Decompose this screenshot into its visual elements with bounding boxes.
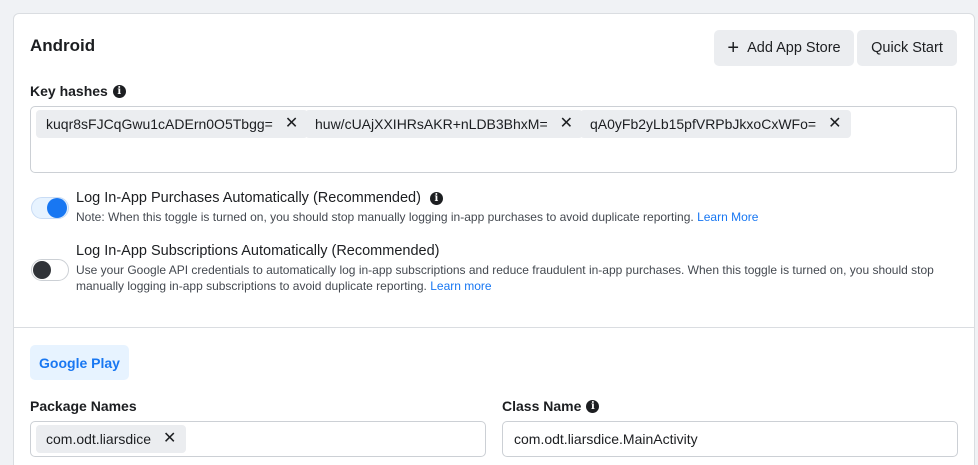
- package-names-label: Package Names: [30, 398, 137, 414]
- package-name-chip: com.odt.liarsdice ✕: [36, 425, 187, 453]
- key-hash-value: qA0yFb2yLb15pfVRPbJkxoCxWFo=: [590, 116, 817, 132]
- learn-more-link[interactable]: Learn more: [430, 279, 491, 293]
- key-hash-value: kuqr8sFJCqGwu1cADErn0O5Tbgg=: [46, 116, 273, 132]
- key-hashes-label: Key hashes i: [30, 83, 126, 99]
- class-name-input[interactable]: com.odt.liarsdice.MainActivity: [502, 421, 958, 457]
- log-subscriptions-toggle[interactable]: [31, 259, 69, 281]
- section-title: Android: [30, 36, 96, 55]
- key-hashes-input[interactable]: kuqr8sFJCqGwu1cADErn0O5Tbgg= ✕ huw/cUAjX…: [30, 106, 957, 173]
- info-icon[interactable]: i: [112, 84, 126, 98]
- class-name-label-text: Class Name: [502, 398, 582, 414]
- key-hash-value: huw/cUAjXXIHRsAKR+nLDB3BhxM=: [315, 116, 548, 132]
- section-divider: [14, 327, 974, 328]
- log-subscriptions-note: Use your Google API credentials to autom…: [76, 262, 956, 294]
- log-purchases-note: Note: When this toggle is turned on, you…: [76, 209, 956, 225]
- class-name-label: Class Name i: [502, 398, 600, 414]
- learn-more-link[interactable]: Learn More: [697, 210, 758, 224]
- log-subscriptions-note-text: Use your Google API credentials to autom…: [76, 263, 934, 293]
- close-icon[interactable]: ✕: [285, 116, 298, 132]
- android-settings-card: Android + Add App Store Quick Start Key …: [13, 13, 975, 465]
- info-icon[interactable]: i: [429, 191, 443, 205]
- plus-icon: +: [727, 37, 740, 59]
- close-icon[interactable]: ✕: [560, 116, 573, 132]
- key-hash-chip: kuqr8sFJCqGwu1cADErn0O5Tbgg= ✕: [36, 110, 309, 138]
- key-hashes-label-text: Key hashes: [30, 83, 108, 99]
- close-icon[interactable]: ✕: [163, 431, 176, 447]
- add-app-store-button[interactable]: + Add App Store: [714, 30, 854, 66]
- log-subscriptions-title: Log In-App Subscriptions Automatically (…: [76, 243, 440, 259]
- log-purchases-title: Log In-App Purchases Automatically (Reco…: [76, 190, 443, 206]
- key-hash-chip: qA0yFb2yLb15pfVRPbJkxoCxWFo= ✕: [580, 110, 852, 138]
- quick-start-button[interactable]: Quick Start: [857, 30, 957, 66]
- key-hash-chip: huw/cUAjXXIHRsAKR+nLDB3BhxM= ✕: [305, 110, 584, 138]
- toggle-knob: [47, 198, 67, 218]
- package-name-value: com.odt.liarsdice: [46, 431, 152, 447]
- log-purchases-title-text: Log In-App Purchases Automatically (Reco…: [76, 190, 421, 206]
- info-icon[interactable]: i: [586, 399, 600, 413]
- log-purchases-toggle[interactable]: [31, 197, 69, 219]
- log-purchases-note-text: Note: When this toggle is turned on, you…: [76, 210, 694, 224]
- add-app-store-label: Add App Store: [747, 40, 841, 56]
- package-names-input[interactable]: com.odt.liarsdice ✕: [30, 421, 486, 457]
- toggle-knob: [33, 261, 51, 279]
- tab-google-play[interactable]: Google Play: [30, 345, 129, 380]
- close-icon[interactable]: ✕: [828, 116, 841, 132]
